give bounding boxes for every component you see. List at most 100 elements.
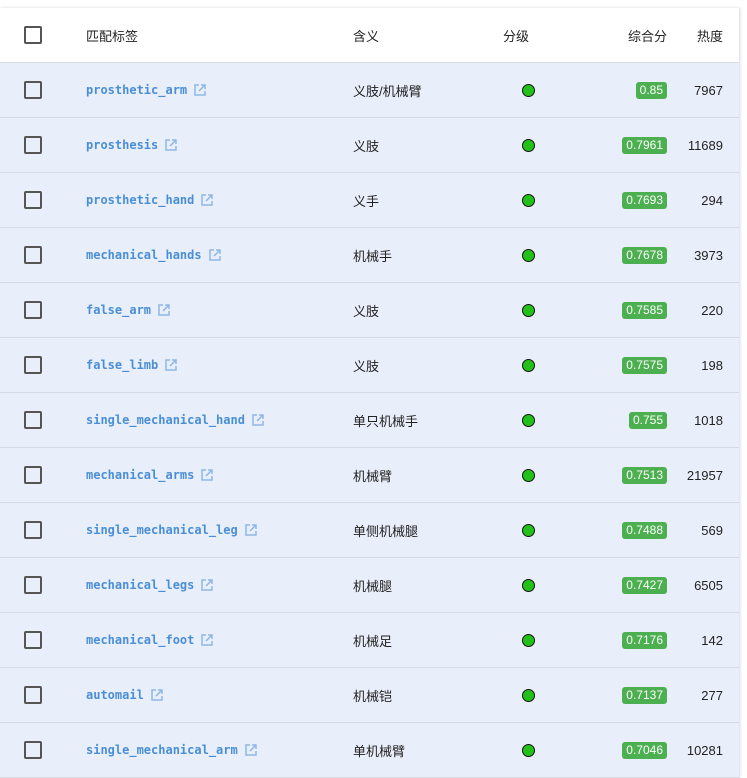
external-link-icon[interactable] bbox=[150, 688, 164, 702]
tag-link[interactable]: prosthesis bbox=[86, 138, 158, 152]
green-dot-icon bbox=[521, 413, 535, 427]
tag-link[interactable]: false_arm bbox=[86, 303, 151, 317]
header-tag[interactable]: 匹配标签 bbox=[68, 26, 353, 45]
table-row: false_limb 义肢 0.7575 198 bbox=[0, 338, 739, 393]
row-checkbox-cell bbox=[0, 466, 68, 484]
row-checkbox[interactable] bbox=[24, 576, 42, 594]
grade-cell bbox=[493, 193, 563, 207]
meaning-cell: 义手 bbox=[353, 193, 380, 209]
external-link-icon[interactable] bbox=[200, 468, 214, 482]
header-heat[interactable]: 热度 bbox=[669, 26, 739, 45]
green-dot-icon bbox=[521, 303, 535, 317]
tag-link[interactable]: false_limb bbox=[86, 358, 158, 372]
meaning-cell: 义肢 bbox=[353, 138, 380, 154]
meaning-cell: 机械足 bbox=[353, 633, 393, 649]
score-cell: 0.7575 bbox=[563, 356, 669, 374]
grade-cell bbox=[493, 523, 563, 537]
table-row: automail 机械铠 0.7137 277 bbox=[0, 668, 739, 723]
table-row: single_mechanical_arm 单机械臂 0.7046 10281 bbox=[0, 723, 739, 778]
tag-cell: single_mechanical_leg bbox=[68, 523, 353, 537]
score-badge: 0.7693 bbox=[622, 191, 667, 209]
tag-link[interactable]: prosthetic_hand bbox=[86, 193, 194, 207]
row-checkbox[interactable] bbox=[24, 466, 42, 484]
row-checkbox-cell bbox=[0, 191, 68, 209]
tag-cell: mechanical_legs bbox=[68, 578, 353, 592]
select-all-checkbox[interactable] bbox=[24, 26, 42, 44]
tag-cell: prosthetic_arm bbox=[68, 83, 353, 97]
row-checkbox[interactable] bbox=[24, 521, 42, 539]
tag-link[interactable]: mechanical_foot bbox=[86, 633, 194, 647]
row-checkbox[interactable] bbox=[24, 81, 42, 99]
tag-cell: single_mechanical_hand bbox=[68, 413, 353, 427]
score-badge: 0.7513 bbox=[622, 466, 667, 484]
external-link-icon[interactable] bbox=[208, 248, 222, 262]
row-checkbox[interactable] bbox=[24, 686, 42, 704]
row-checkbox[interactable] bbox=[24, 631, 42, 649]
tag-cell: mechanical_arms bbox=[68, 468, 353, 482]
row-checkbox[interactable] bbox=[24, 191, 42, 209]
score-cell: 0.85 bbox=[563, 81, 669, 99]
row-checkbox-cell bbox=[0, 631, 68, 649]
table-row: single_mechanical_hand 单只机械手 0.755 1018 bbox=[0, 393, 739, 448]
external-link-icon[interactable] bbox=[244, 743, 258, 757]
external-link-icon[interactable] bbox=[164, 138, 178, 152]
external-link-icon[interactable] bbox=[251, 413, 265, 427]
score-cell: 0.7137 bbox=[563, 686, 669, 704]
tag-cell: false_arm bbox=[68, 303, 353, 317]
heat-cell: 277 bbox=[701, 687, 723, 703]
tag-cell: single_mechanical_arm bbox=[68, 743, 353, 757]
tag-link[interactable]: single_mechanical_leg bbox=[86, 523, 238, 537]
row-checkbox[interactable] bbox=[24, 741, 42, 759]
tag-link[interactable]: prosthetic_arm bbox=[86, 83, 187, 97]
tag-link[interactable]: automail bbox=[86, 688, 144, 702]
row-checkbox[interactable] bbox=[24, 246, 42, 264]
tag-link[interactable]: mechanical_arms bbox=[86, 468, 194, 482]
heat-cell: 142 bbox=[701, 632, 723, 648]
row-checkbox-cell bbox=[0, 686, 68, 704]
heat-cell: 294 bbox=[701, 192, 723, 208]
row-checkbox[interactable] bbox=[24, 136, 42, 154]
score-badge: 0.7176 bbox=[622, 631, 667, 649]
tag-cell: automail bbox=[68, 688, 353, 702]
external-link-icon[interactable] bbox=[193, 83, 207, 97]
row-checkbox-cell bbox=[0, 136, 68, 154]
tag-link[interactable]: mechanical_hands bbox=[86, 248, 202, 262]
green-dot-icon bbox=[521, 468, 535, 482]
green-dot-icon bbox=[521, 578, 535, 592]
grade-cell bbox=[493, 358, 563, 372]
heat-cell: 11689 bbox=[687, 137, 723, 153]
heat-cell: 7967 bbox=[694, 82, 723, 98]
header-grade[interactable]: 分级 bbox=[493, 26, 563, 45]
green-dot-icon bbox=[521, 138, 535, 152]
external-link-icon[interactable] bbox=[200, 193, 214, 207]
external-link-icon[interactable] bbox=[200, 578, 214, 592]
row-checkbox-cell bbox=[0, 576, 68, 594]
grade-cell bbox=[493, 413, 563, 427]
header-score[interactable]: 综合分 bbox=[563, 26, 669, 45]
tag-cell: mechanical_hands bbox=[68, 248, 353, 262]
heat-cell: 10281 bbox=[686, 742, 723, 758]
row-checkbox[interactable] bbox=[24, 356, 42, 374]
green-dot-icon bbox=[521, 523, 535, 537]
score-badge: 0.7961 bbox=[622, 136, 667, 154]
row-checkbox[interactable] bbox=[24, 301, 42, 319]
external-link-icon[interactable] bbox=[244, 523, 258, 537]
heat-cell: 3973 bbox=[694, 247, 723, 263]
meaning-cell: 机械铠 bbox=[353, 688, 393, 704]
external-link-icon[interactable] bbox=[157, 303, 171, 317]
score-cell: 0.7678 bbox=[563, 246, 669, 264]
tag-link[interactable]: single_mechanical_hand bbox=[86, 413, 245, 427]
score-badge: 0.85 bbox=[635, 81, 667, 99]
row-checkbox[interactable] bbox=[24, 411, 42, 429]
score-cell: 0.7427 bbox=[563, 576, 669, 594]
tag-link[interactable]: mechanical_legs bbox=[86, 578, 194, 592]
external-link-icon[interactable] bbox=[200, 633, 214, 647]
tag-cell: mechanical_foot bbox=[68, 633, 353, 647]
meaning-cell: 单侧机械腿 bbox=[353, 523, 419, 539]
header-meaning[interactable]: 含义 bbox=[353, 26, 493, 45]
external-link-icon[interactable] bbox=[164, 358, 178, 372]
tag-link[interactable]: single_mechanical_arm bbox=[86, 743, 238, 757]
meaning-cell: 机械手 bbox=[353, 248, 393, 264]
green-dot-icon bbox=[521, 248, 535, 262]
table-row: mechanical_arms 机械臂 0.7513 21957 bbox=[0, 448, 739, 503]
